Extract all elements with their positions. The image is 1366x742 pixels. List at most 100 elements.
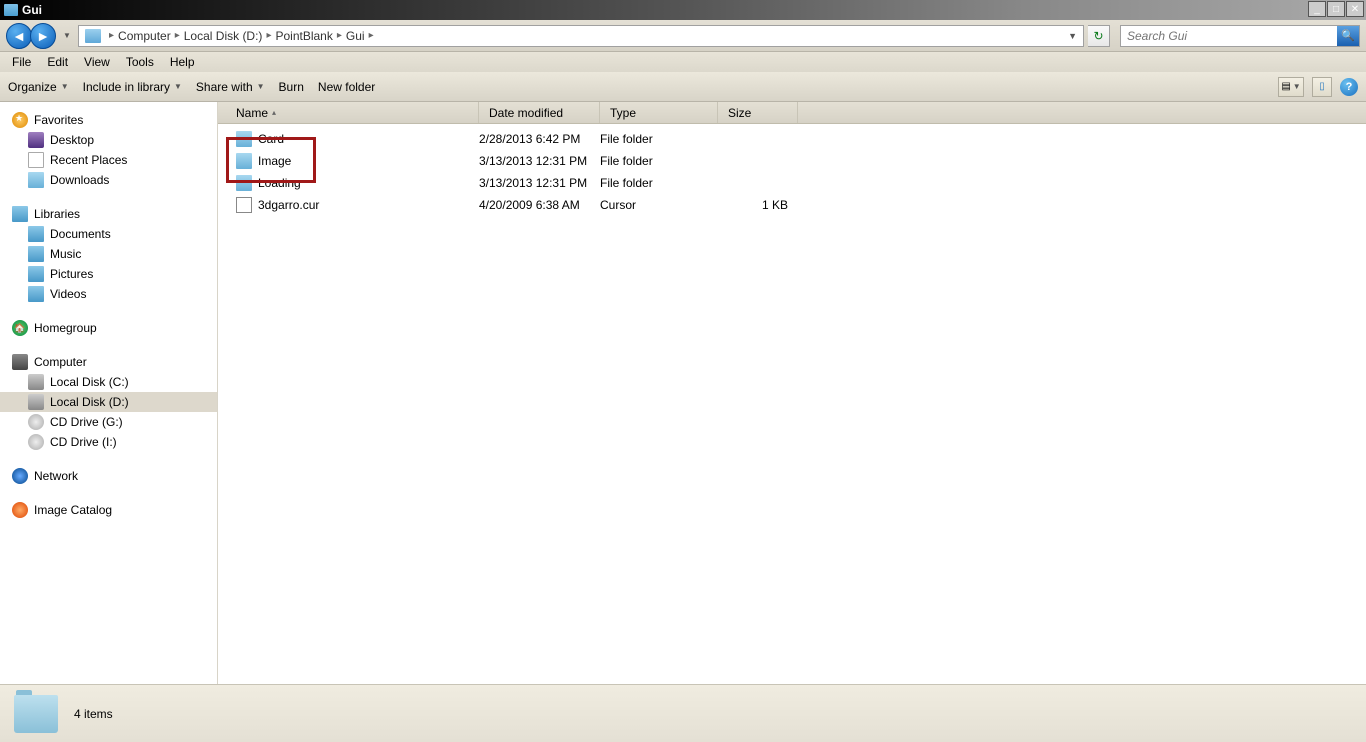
menu-edit[interactable]: Edit: [39, 53, 76, 71]
title-bar: Gui _ □ ✕: [0, 0, 1366, 20]
chevron-right-icon[interactable]: ▸: [369, 30, 374, 41]
sidebar-item-pictures[interactable]: Pictures: [0, 264, 217, 284]
chevron-right-icon[interactable]: ▸: [337, 30, 342, 41]
breadcrumb-segment[interactable]: PointBlank: [275, 29, 332, 43]
star-icon: [12, 112, 28, 128]
cd-icon: [28, 434, 44, 450]
address-bar[interactable]: ▸ Computer ▸ Local Disk (D:) ▸ PointBlan…: [78, 25, 1084, 47]
breadcrumb-segment[interactable]: Computer: [118, 29, 171, 43]
sidebar-homegroup[interactable]: Homegroup: [0, 318, 217, 338]
sidebar-computer[interactable]: Computer: [0, 352, 217, 372]
menu-view[interactable]: View: [76, 53, 118, 71]
file-date: 2/28/2013 6:42 PM: [479, 132, 600, 146]
navigation-bar: ◄ ► ▼ ▸ Computer ▸ Local Disk (D:) ▸ Poi…: [0, 20, 1366, 52]
chevron-right-icon[interactable]: ▸: [175, 30, 180, 41]
back-button[interactable]: ◄: [6, 23, 32, 49]
column-header-name[interactable]: Name▴: [218, 102, 479, 123]
computer-icon: [12, 354, 28, 370]
sidebar-item-local-disk-d[interactable]: Local Disk (D:): [0, 392, 217, 412]
status-bar: 4 items: [0, 684, 1366, 742]
chevron-right-icon[interactable]: ▸: [266, 30, 271, 41]
library-icon: [28, 226, 44, 242]
sidebar-item-cd-drive-g[interactable]: CD Drive (G:): [0, 412, 217, 432]
disk-icon: [28, 394, 44, 410]
file-row[interactable]: 3dgarro.cur 4/20/2009 6:38 AM Cursor 1 K…: [218, 194, 1366, 216]
folder-icon: [236, 175, 252, 191]
sidebar-item-music[interactable]: Music: [0, 244, 217, 264]
library-icon: [28, 266, 44, 282]
network-icon: [12, 468, 28, 484]
homegroup-icon: [12, 320, 28, 336]
window-title: Gui: [22, 3, 42, 17]
status-text: 4 items: [74, 707, 113, 721]
toolbar: Organize▼ Include in library▼ Share with…: [0, 72, 1366, 102]
organize-button[interactable]: Organize▼: [8, 80, 69, 94]
sidebar-network[interactable]: Network: [0, 466, 217, 486]
file-type: File folder: [600, 154, 718, 168]
file-row[interactable]: Card 2/28/2013 6:42 PM File folder: [218, 128, 1366, 150]
sidebar-item-documents[interactable]: Documents: [0, 224, 217, 244]
file-type: File folder: [600, 132, 718, 146]
menu-file[interactable]: File: [4, 53, 39, 71]
sidebar-item-local-disk-c[interactable]: Local Disk (C:): [0, 372, 217, 392]
folder-icon: [28, 172, 44, 188]
content-pane: Name▴ Date modified Type Size Card 2/28/…: [218, 102, 1366, 684]
column-header-spacer: [798, 102, 1366, 123]
column-header-type[interactable]: Type: [600, 102, 718, 123]
folder-icon: [236, 153, 252, 169]
include-library-button[interactable]: Include in library▼: [83, 80, 182, 94]
sidebar-image-catalog[interactable]: Image Catalog: [0, 500, 217, 520]
column-header-date[interactable]: Date modified: [479, 102, 600, 123]
sidebar-item-downloads[interactable]: Downloads: [0, 170, 217, 190]
file-row[interactable]: Loading 3/13/2013 12:31 PM File folder: [218, 172, 1366, 194]
file-date: 3/13/2013 12:31 PM: [479, 176, 600, 190]
menu-help[interactable]: Help: [162, 53, 203, 71]
help-button[interactable]: ?: [1340, 78, 1358, 96]
column-headers: Name▴ Date modified Type Size: [218, 102, 1366, 124]
refresh-button[interactable]: ↻: [1088, 25, 1110, 47]
search-button[interactable]: 🔍: [1337, 26, 1359, 46]
maximize-button[interactable]: □: [1327, 1, 1345, 17]
file-name: Loading: [258, 176, 301, 190]
sidebar-item-desktop[interactable]: Desktop: [0, 130, 217, 150]
burn-button[interactable]: Burn: [279, 80, 304, 94]
folder-icon: [85, 29, 101, 43]
breadcrumb-segment[interactable]: Local Disk (D:): [184, 29, 263, 43]
sidebar-item-cd-drive-i[interactable]: CD Drive (I:): [0, 432, 217, 452]
menu-tools[interactable]: Tools: [118, 53, 162, 71]
forward-button[interactable]: ►: [30, 23, 56, 49]
sidebar-item-videos[interactable]: Videos: [0, 284, 217, 304]
disk-icon: [28, 374, 44, 390]
history-dropdown[interactable]: ▼: [60, 23, 74, 49]
library-icon: [28, 286, 44, 302]
desktop-icon: [28, 132, 44, 148]
search-input[interactable]: [1121, 29, 1337, 43]
close-button[interactable]: ✕: [1346, 1, 1364, 17]
sidebar-libraries[interactable]: Libraries: [0, 204, 217, 224]
file-row[interactable]: Image 3/13/2013 12:31 PM File folder: [218, 150, 1366, 172]
file-size: 1 KB: [718, 198, 798, 212]
library-icon: [28, 246, 44, 262]
cursor-icon: [236, 197, 252, 213]
chevron-right-icon[interactable]: ▸: [109, 30, 114, 41]
new-folder-button[interactable]: New folder: [318, 80, 375, 94]
file-name: 3dgarro.cur: [258, 198, 319, 212]
catalog-icon: [12, 502, 28, 518]
breadcrumb-segment[interactable]: Gui: [346, 29, 365, 43]
file-date: 3/13/2013 12:31 PM: [479, 154, 600, 168]
navigation-pane: Favorites Desktop Recent Places Download…: [0, 102, 218, 684]
preview-pane-button[interactable]: ▯: [1312, 77, 1332, 97]
sidebar-item-recent-places[interactable]: Recent Places: [0, 150, 217, 170]
view-options-button[interactable]: ▤▼: [1278, 77, 1304, 97]
menu-bar: File Edit View Tools Help: [0, 52, 1366, 72]
search-box[interactable]: 🔍: [1120, 25, 1360, 47]
column-header-size[interactable]: Size: [718, 102, 798, 123]
share-with-button[interactable]: Share with▼: [196, 80, 265, 94]
cd-icon: [28, 414, 44, 430]
minimize-button[interactable]: _: [1308, 1, 1326, 17]
file-type: File folder: [600, 176, 718, 190]
sidebar-favorites[interactable]: Favorites: [0, 110, 217, 130]
folder-icon: [236, 131, 252, 147]
file-list[interactable]: Card 2/28/2013 6:42 PM File folder Image…: [218, 124, 1366, 684]
address-dropdown[interactable]: ▼: [1068, 31, 1077, 41]
